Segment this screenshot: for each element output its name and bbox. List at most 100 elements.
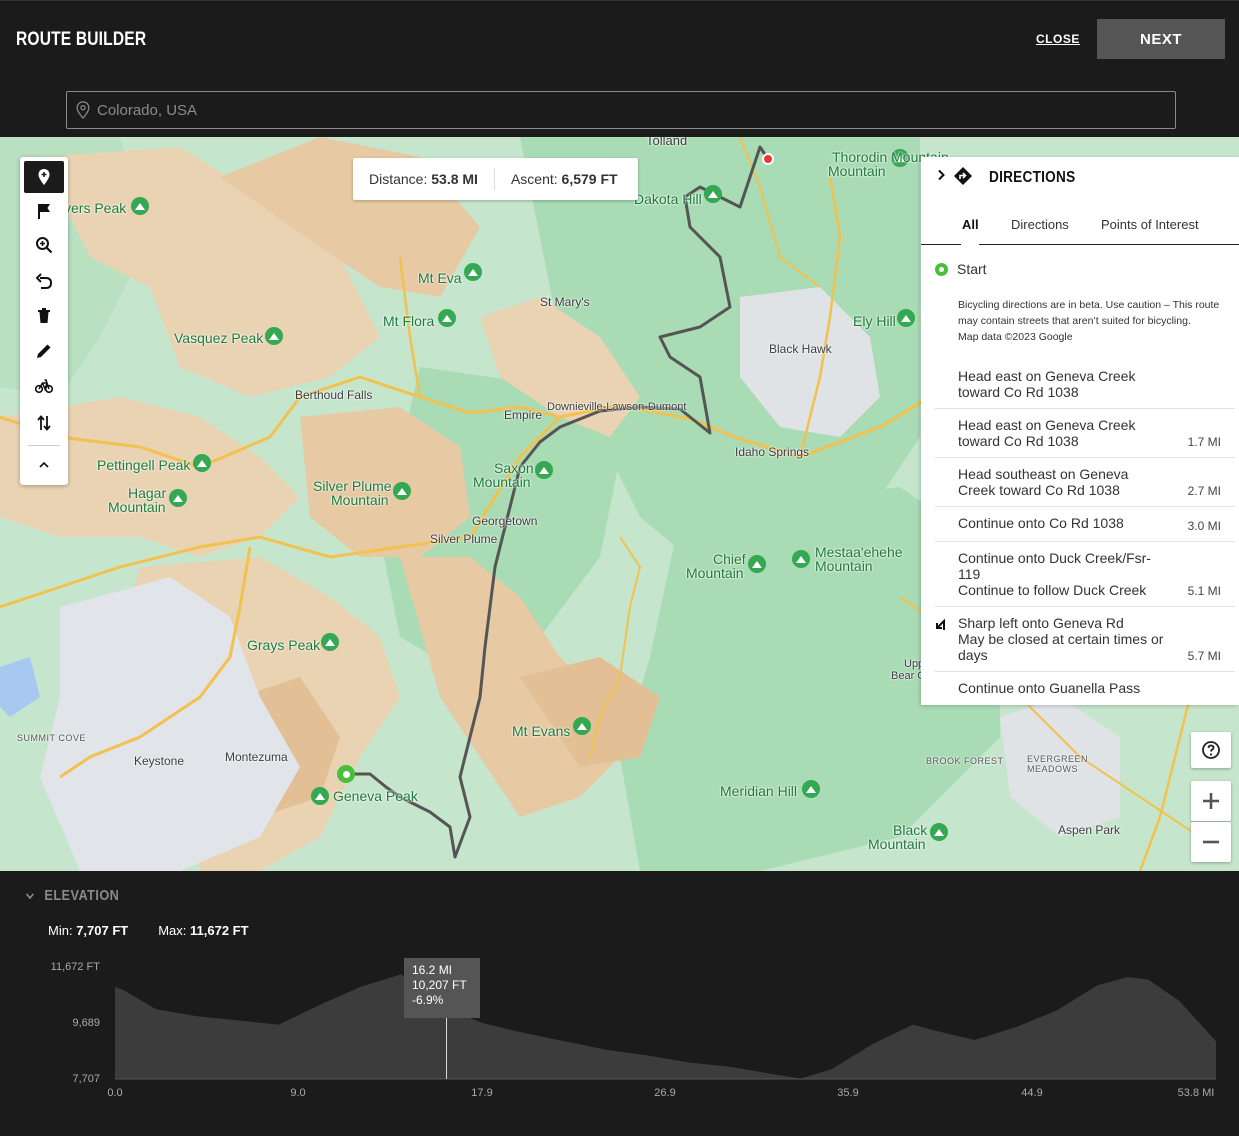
peak-marker[interactable] [321, 633, 339, 651]
start-dot-icon [935, 262, 948, 276]
map-label: Geneva Peak [333, 788, 418, 804]
peak-marker[interactable] [169, 489, 187, 507]
map-label: Keystone [134, 754, 185, 768]
map-label: Vasquez Peak [174, 330, 264, 346]
location-pin-icon [76, 101, 90, 119]
direction-step[interactable]: Sharp left onto Geneva Rd May be closed a… [935, 615, 1235, 672]
step-distance: 2.7 MI [1187, 484, 1221, 498]
map-label: BROOK FOREST [926, 756, 1004, 766]
tab-points-of-interest[interactable]: Points of Interest [1101, 217, 1199, 232]
x-tick-label: 44.9 [1021, 1087, 1043, 1099]
swap-arrows-icon [37, 415, 51, 431]
search-input[interactable] [97, 101, 1157, 119]
map-label: MEADOWS [1027, 764, 1079, 774]
reverse-route-tool[interactable] [24, 407, 64, 439]
map-label: Ely Hill [853, 313, 896, 329]
map-data-attribution: Map data ©2023 Google [958, 331, 1073, 343]
x-tick-label: 35.9 [837, 1087, 859, 1099]
direction-step[interactable]: Head east on Geneva Creek toward Co Rd 1… [935, 368, 1235, 409]
collapse-toolbar-button[interactable] [24, 449, 64, 481]
next-button[interactable]: NEXT [1097, 19, 1225, 59]
x-tick-label: 9.0 [290, 1087, 306, 1099]
divider [28, 445, 60, 446]
undo-icon [35, 273, 53, 289]
map-label: Empire [504, 408, 543, 422]
step-distance: 5.7 MI [1187, 649, 1221, 663]
add-waypoint-tool[interactable] [24, 161, 64, 193]
step-text: Continue onto Guanella Pass [958, 680, 1141, 696]
peak-marker[interactable] [802, 780, 820, 798]
flag-tool[interactable] [24, 195, 64, 227]
elevation-area [115, 974, 1216, 1079]
zoom-out-button[interactable] [1191, 822, 1231, 862]
bike-mode-tool[interactable] [24, 370, 64, 402]
tooltip-grade: -6.9% [412, 993, 444, 1007]
peak-marker[interactable] [464, 263, 482, 281]
header-bar: ROUTE BUILDER CLOSE NEXT [0, 0, 1239, 76]
chevron-up-icon [39, 461, 49, 468]
directions-tabs: All Directions Points of Interest [921, 203, 1239, 245]
peak-marker[interactable] [573, 717, 591, 735]
peak-marker[interactable] [438, 309, 456, 327]
direction-step[interactable]: Continue onto Co Rd 1038 3.0 MI [935, 515, 1235, 542]
help-button[interactable] [1191, 732, 1231, 768]
directions-icon [954, 167, 972, 185]
map-label: Berthoud Falls [295, 388, 373, 402]
peak-marker[interactable] [897, 309, 915, 327]
sharp-left-turn-icon [936, 618, 945, 630]
direction-step[interactable]: Head east on Geneva Creek toward Co Rd 1… [935, 417, 1235, 458]
x-tick-label: 17.9 [471, 1087, 493, 1099]
y-tick-label: 9,689 [72, 1017, 100, 1029]
map-label: Black Hawk [769, 342, 832, 356]
directions-panel: DIRECTIONS All Directions Points of Inte… [921, 157, 1239, 705]
peak-marker[interactable] [748, 555, 766, 573]
map-label: Mountain [815, 558, 873, 574]
map-label: Downieville-Lawson-Dumont [547, 401, 687, 413]
location-search[interactable] [66, 91, 1176, 129]
peak-marker[interactable] [193, 454, 211, 472]
directions-header: DIRECTIONS [921, 157, 1239, 201]
undo-tool[interactable] [24, 265, 64, 297]
peak-marker[interactable] [393, 482, 411, 500]
tooltip-distance: 16.2 MI [412, 963, 453, 977]
step-text: Head southeast on Geneva Creek toward Co… [958, 466, 1129, 498]
map-label: Grays Peak [247, 637, 321, 653]
map-label: Mountain [473, 474, 531, 490]
chevron-right-icon[interactable] [935, 169, 947, 181]
step-text: Head east on Geneva Creek toward Co Rd 1… [958, 417, 1136, 449]
map-label: Mountain [686, 565, 744, 581]
peak-marker[interactable] [704, 185, 722, 203]
map-label: SUMMIT COVE [17, 733, 86, 743]
trash-icon [38, 308, 50, 323]
elevation-chart[interactable] [0, 871, 1239, 1136]
peak-marker[interactable] [930, 823, 948, 841]
close-link[interactable]: CLOSE [1036, 32, 1080, 46]
route-builder-app: ROUTE BUILDER CLOSE NEXT Colorado, USA T… [0, 0, 1239, 1136]
edit-tool[interactable] [24, 335, 64, 367]
map-label: Mt Eva [418, 270, 462, 286]
direction-step[interactable]: Continue onto Guanella Pass [935, 680, 1235, 705]
bicycle-icon [35, 379, 53, 394]
plus-icon [1203, 793, 1219, 809]
tab-directions[interactable]: Directions [1011, 217, 1069, 232]
peak-marker[interactable] [131, 197, 149, 215]
step-distance: 1.7 MI [1187, 435, 1221, 449]
peak-marker[interactable] [792, 550, 810, 568]
distance-stat: Distance: 53.8 MI [369, 171, 478, 187]
delete-tool[interactable] [24, 300, 64, 332]
peak-marker[interactable] [311, 787, 329, 805]
elevation-panel: ELEVATION Min: 7,707 FT Max: 11,672 FT 1… [0, 871, 1239, 1136]
zoom-in-button[interactable] [1191, 781, 1231, 821]
map-label: Mountain [868, 836, 926, 852]
peak-marker[interactable] [265, 327, 283, 345]
tooltip-elevation: 10,207 FT [412, 978, 467, 992]
peak-marker[interactable] [535, 461, 553, 479]
direction-step[interactable]: Head southeast on Geneva Creek toward Co… [935, 466, 1235, 507]
route-end-marker[interactable] [762, 153, 774, 165]
direction-step[interactable]: Continue onto Duck Creek/Fsr-119 Continue… [935, 550, 1235, 607]
map-label: Tolland [646, 137, 688, 148]
zoom-tool[interactable] [24, 229, 64, 261]
tab-all[interactable]: All [962, 217, 979, 232]
route-start-marker[interactable] [337, 765, 355, 783]
step-text: Continue onto Co Rd 1038 [958, 515, 1124, 531]
